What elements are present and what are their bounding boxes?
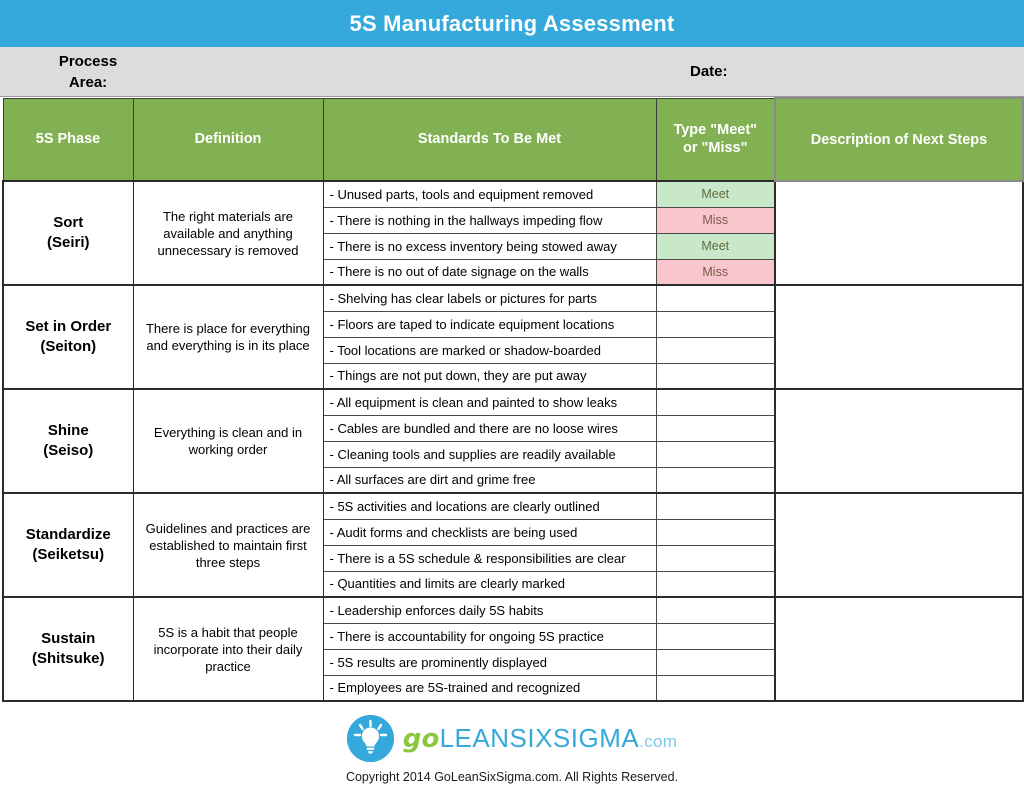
copyright-text: Copyright 2014 GoLeanSixSigma.com. All R…: [345, 770, 679, 784]
standard-cell: - Quantities and limits are clearly mark…: [322, 570, 657, 598]
type-cell[interactable]: Miss: [655, 206, 776, 234]
standard-cell: - Tool locations are marked or shadow-bo…: [322, 336, 657, 364]
type-cell[interactable]: Miss: [655, 258, 776, 286]
phase-cell: Sort (Seiri): [2, 180, 134, 286]
standard-cell: - Floors are taped to indicate equipment…: [322, 310, 657, 338]
table-row: Sort (Seiri) The right materials are avai…: [2, 180, 1024, 286]
standard-cell: - Shelving has clear labels or pictures …: [322, 284, 657, 312]
standard-cell: - There is nothing in the hallways imped…: [322, 206, 657, 234]
table-row: Sustain (Shitsuke) 5S is a habit that peo…: [2, 596, 1024, 702]
standard-cell: - Employees are 5S-trained and recognize…: [322, 674, 657, 702]
standard-cell: - Audit forms and checklists are being u…: [322, 518, 657, 546]
definition-cell: Everything is clean and in working order: [132, 388, 324, 494]
definition-cell: There is place for everything and everyt…: [132, 284, 324, 390]
description-cell[interactable]: [774, 180, 1024, 286]
column-header-type: Type "Meet" or "Miss": [655, 97, 776, 182]
phase-cell: Set in Order (Seiton): [2, 284, 134, 390]
standard-cell: - All surfaces are dirt and grime free: [322, 466, 657, 494]
footer: goLEANSIXSIGMA.com Copyright 2014 GoLean…: [0, 712, 1024, 784]
meta-band: Process Area: Date:: [0, 47, 1024, 97]
type-cell[interactable]: [655, 492, 776, 520]
type-cell[interactable]: [655, 284, 776, 312]
type-cell[interactable]: [655, 362, 776, 390]
description-cell[interactable]: [774, 284, 1024, 390]
type-cell[interactable]: [655, 388, 776, 416]
standard-cell: - Cables are bundled and there are no lo…: [322, 414, 657, 442]
column-header-phase: 5S Phase: [2, 97, 134, 182]
standard-cell: - All equipment is clean and painted to …: [322, 388, 657, 416]
phase-cell: Shine (Seiso): [2, 388, 134, 494]
standard-cell: - 5S activities and locations are clearl…: [322, 492, 657, 520]
title-bar: 5S Manufacturing Assessment: [0, 0, 1024, 47]
description-cell[interactable]: [774, 596, 1024, 702]
brand-logo: goLEANSIXSIGMA.com: [0, 712, 1024, 764]
type-cell[interactable]: [655, 596, 776, 624]
type-cell[interactable]: [655, 518, 776, 546]
type-cell[interactable]: [655, 466, 776, 494]
type-cell[interactable]: [655, 440, 776, 468]
description-cell[interactable]: [774, 388, 1024, 494]
table-row: Set in Order (Seiton) There is place for …: [2, 284, 1024, 390]
description-cell[interactable]: [774, 492, 1024, 598]
column-header-standards: Standards To Be Met: [322, 97, 657, 182]
definition-cell: The right materials are available and an…: [132, 180, 324, 286]
page-title: 5S Manufacturing Assessment: [349, 10, 675, 36]
type-cell[interactable]: Meet: [655, 180, 776, 208]
type-cell[interactable]: [655, 648, 776, 676]
table-row: Shine (Seiso) Everything is clean and in …: [2, 388, 1024, 494]
type-cell[interactable]: [655, 414, 776, 442]
type-cell[interactable]: [655, 544, 776, 572]
type-cell[interactable]: [655, 570, 776, 598]
standard-cell: - 5S results are prominently displayed: [322, 648, 657, 676]
definition-cell: 5S is a habit that people incorporate in…: [132, 596, 324, 702]
brand-go: go: [402, 723, 440, 754]
standard-cell: - Leadership enforces daily 5S habits: [322, 596, 657, 624]
standard-cell: - There is a 5S schedule & responsibilit…: [322, 544, 657, 572]
standard-cell: - Unused parts, tools and equipment remo…: [322, 180, 657, 208]
type-cell[interactable]: [655, 310, 776, 338]
table-row: Standardize (Seiketsu) Guidelines and pra…: [2, 492, 1024, 598]
standard-cell: - Cleaning tools and supplies are readil…: [322, 440, 657, 468]
table-header: 5S Phase Definition Standards To Be Met …: [2, 97, 1024, 182]
table-header-row: 5S Phase Definition Standards To Be Met …: [2, 97, 1024, 182]
date-label: Date:: [690, 63, 728, 80]
brand-main: LEANSIXSIGMA: [439, 722, 640, 753]
brand-wordmark: goLEANSIXSIGMA.com: [403, 725, 678, 752]
definition-cell: Guidelines and practices are established…: [132, 492, 324, 598]
type-cell[interactable]: [655, 674, 776, 702]
standard-cell: - There is accountability for ongoing 5S…: [322, 622, 657, 650]
standard-cell: - Things are not put down, they are put …: [322, 362, 657, 390]
assessment-page: 5S Manufacturing Assessment Process Area…: [0, 0, 1024, 792]
phase-cell: Sustain (Shitsuke): [2, 596, 134, 702]
column-header-description: Description of Next Steps: [774, 97, 1024, 182]
process-area-label: Process Area:: [58, 53, 118, 91]
table-body: Sort (Seiri) The right materials are avai…: [2, 180, 1024, 702]
phase-cell: Standardize (Seiketsu): [2, 492, 134, 598]
column-header-definition: Definition: [132, 97, 324, 182]
standard-cell: - There is no excess inventory being sto…: [322, 232, 657, 260]
type-cell[interactable]: Meet: [655, 232, 776, 260]
standard-cell: - There is no out of date signage on the…: [322, 258, 657, 286]
lightbulb-icon: [346, 714, 394, 762]
type-cell[interactable]: [655, 622, 776, 650]
type-cell[interactable]: [655, 336, 776, 364]
brand-com: .com: [639, 731, 678, 751]
assessment-table: 5S Phase Definition Standards To Be Met …: [2, 97, 1024, 702]
